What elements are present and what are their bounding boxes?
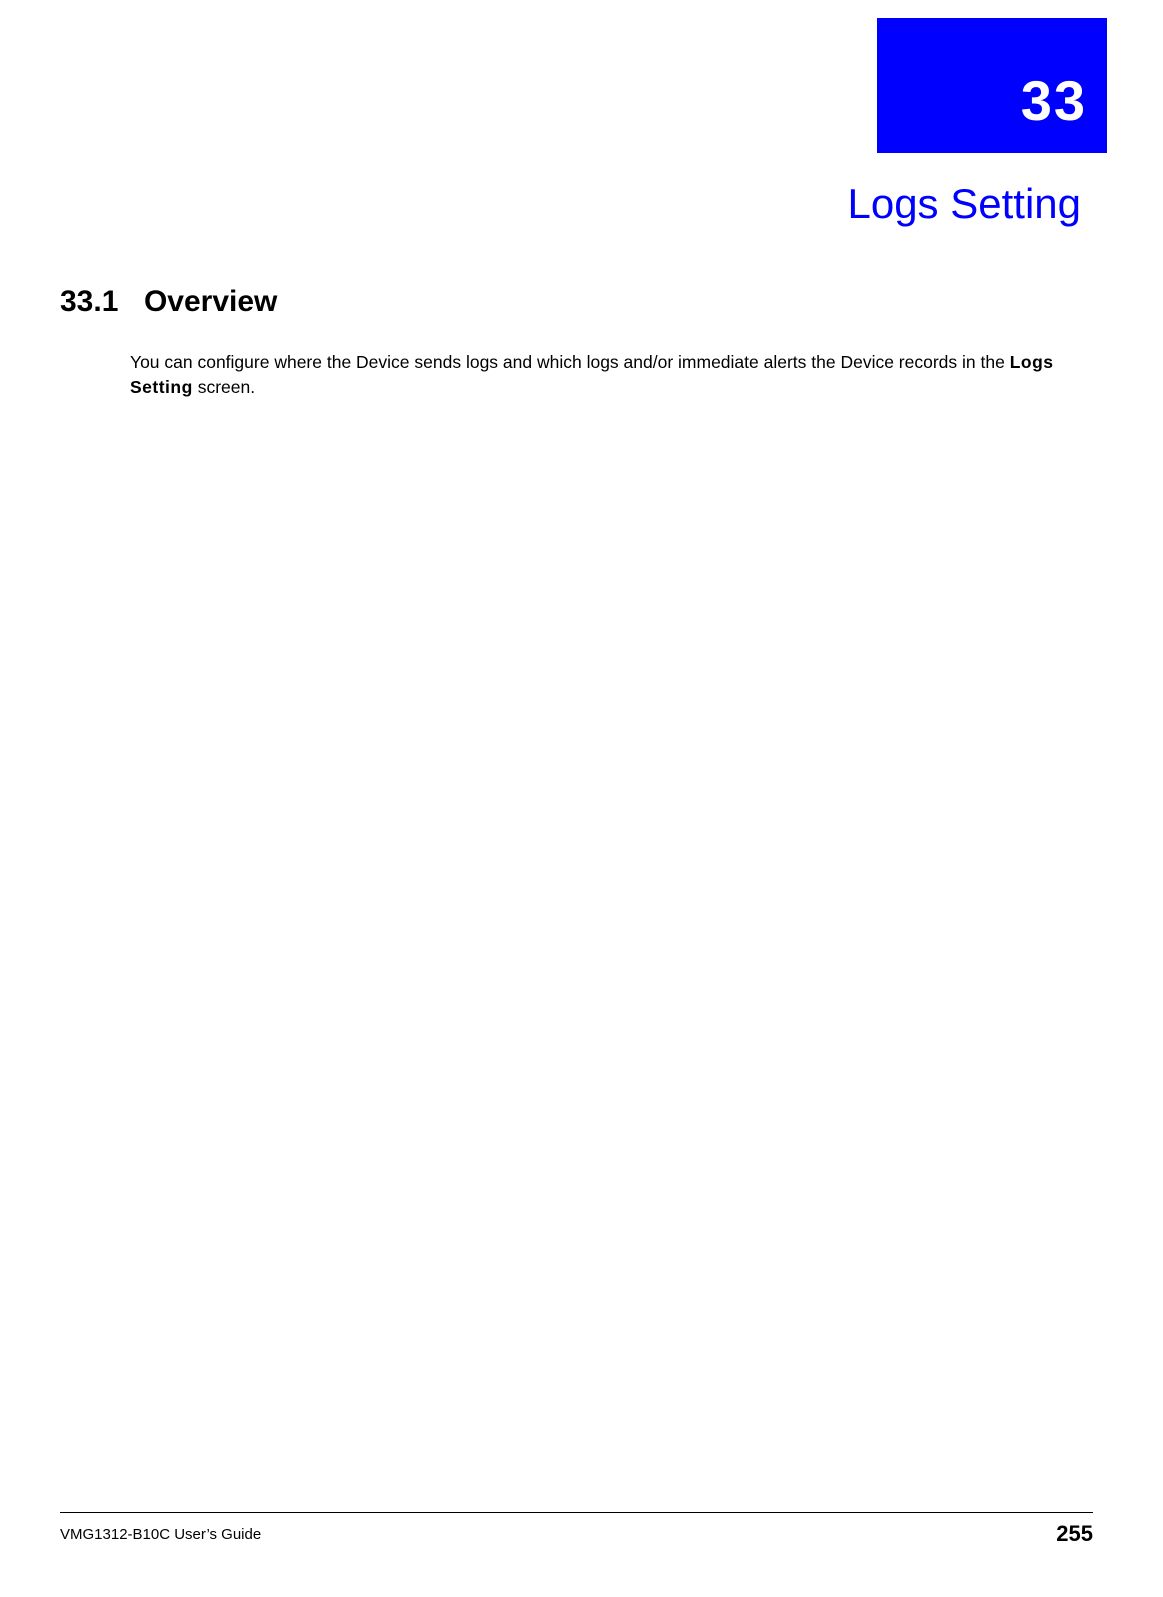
chapter-title: Logs Setting — [0, 180, 1081, 228]
body-text-after: screen. — [198, 377, 255, 397]
section-heading-area: 33.1 Overview — [60, 285, 277, 319]
body-text-area: You can configure where the Device sends… — [130, 350, 1081, 399]
footer-page-number: 255 — [1056, 1521, 1093, 1547]
document-page: 33 Logs Setting 33.1 Overview You can co… — [0, 0, 1163, 1597]
body-text-before: You can configure where the Device sends… — [130, 352, 1010, 372]
chapter-title-area: Logs Setting — [0, 180, 1081, 228]
page-footer: VMG1312-B10C User’s Guide 255 — [60, 1512, 1093, 1547]
chapter-number: 33 — [1021, 68, 1087, 133]
chapter-tab: 33 — [877, 18, 1107, 153]
section-heading: Overview — [144, 285, 277, 318]
section-number: 33.1 — [60, 285, 118, 318]
footer-guide-name: VMG1312-B10C User’s Guide — [60, 1526, 261, 1543]
